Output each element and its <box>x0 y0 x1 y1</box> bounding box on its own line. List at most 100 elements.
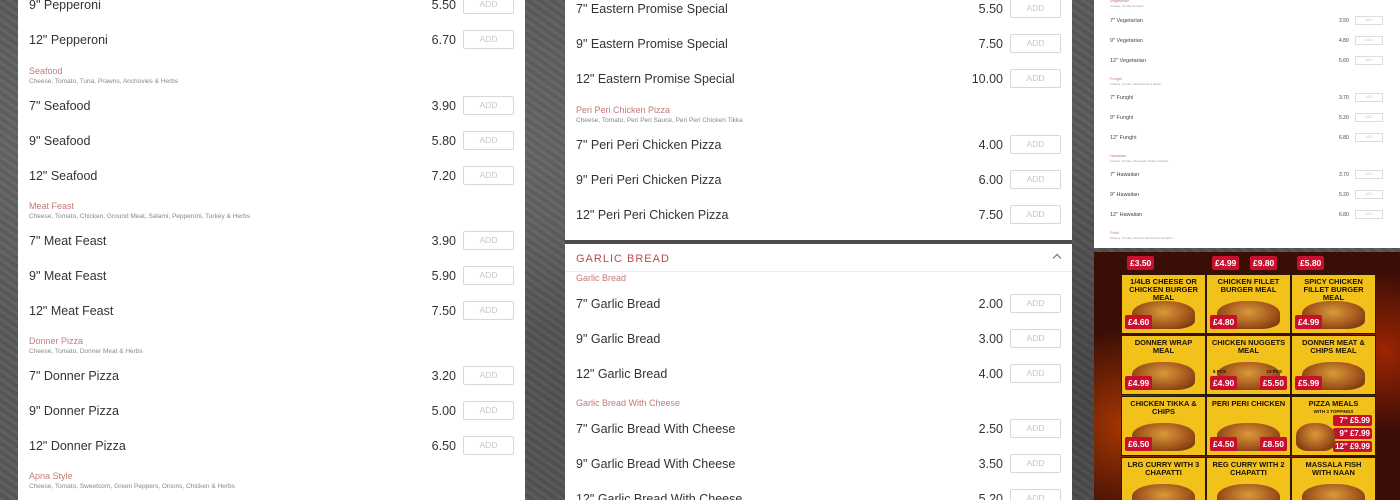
thumb-group-description: Cheese, Tomato & Herbs <box>1110 4 1144 8</box>
poster-price-tag: £4.99 <box>1295 315 1323 329</box>
item-name: 12" Garlic Bread <box>576 367 668 381</box>
item-name: 12" Peri Peri Chicken Pizza <box>576 208 729 222</box>
item-price: 3.50 <box>978 457 1003 471</box>
thumb-item-name: 9" Hawaiian <box>1110 192 1140 198</box>
thumb-group-description: Cheese, Tomato, Mushrooms & Herbs <box>1110 82 1161 86</box>
item-name: 12" Seafood <box>29 169 98 183</box>
item-name: 7" Meat Feast <box>29 234 107 248</box>
item-name: 7" Peri Peri Chicken Pizza <box>576 138 722 152</box>
thumb-group-description: Cheese, Tomato, Pineapple Turkey & Herbs <box>1110 159 1169 163</box>
item-price: 4.00 <box>978 367 1003 381</box>
poster-price-tag: 7" £5.99 <box>1333 415 1372 426</box>
poster-meal-tile: REG CURRY WITH 2 CHAPATTI <box>1206 457 1291 500</box>
add-button[interactable]: ADD <box>1010 205 1061 224</box>
add-button[interactable]: ADD <box>463 166 514 185</box>
add-button[interactable]: ADD <box>1010 419 1061 438</box>
thumb-item-price: 5.20 <box>1339 192 1349 198</box>
add-button[interactable]: ADD <box>1010 489 1061 500</box>
section-title: GARLIC BREAD <box>576 253 670 265</box>
item-name: 7" Donner Pizza <box>29 369 119 383</box>
add-button[interactable]: ADD <box>463 366 514 385</box>
group-title: Donner Pizza <box>29 336 84 346</box>
thumb-item-price: 3.50 <box>1339 18 1349 24</box>
poster-meal-name: DONNER MEAT & CHIPS MEAL <box>1302 338 1365 355</box>
thumb-add-button: ADD <box>1355 56 1383 65</box>
poster-price-tag: £3.50 <box>1127 256 1155 270</box>
add-button[interactable]: ADD <box>463 0 514 14</box>
thumb-add-button: ADD <box>1355 16 1383 25</box>
add-button[interactable]: ADD <box>1010 34 1061 53</box>
add-button[interactable]: ADD <box>463 401 514 420</box>
chevron-up-icon[interactable] <box>1052 253 1062 263</box>
item-price: 6.50 <box>431 439 456 453</box>
item-price: 5.00 <box>431 404 456 418</box>
thumb-item-name: 7" Vegetarian <box>1110 18 1143 24</box>
item-price: 5.50 <box>431 0 456 12</box>
add-button[interactable]: ADD <box>1010 135 1061 154</box>
item-name: 7" Garlic Bread <box>576 297 661 311</box>
add-button[interactable]: ADD <box>463 96 514 115</box>
item-price: 3.20 <box>431 369 456 383</box>
add-button[interactable]: ADD <box>1010 0 1061 18</box>
item-name: 9" Garlic Bread <box>576 332 661 346</box>
item-name: 12" Garlic Bread With Cheese <box>576 492 743 500</box>
poster-meal-tile: PIZZA MEALS WITH 3 TOPPINGS 7" £5.99 9" £7.… <box>1291 396 1376 456</box>
poster-price-list: 7" £5.99 9" £7.99 12" £9.99 <box>1333 415 1372 454</box>
garlic-bread-section-header[interactable]: GARLIC BREAD <box>565 244 1072 272</box>
add-button[interactable]: ADD <box>463 301 514 320</box>
add-button[interactable]: ADD <box>463 131 514 150</box>
poster-meal-subtitle: WITH 3 TOPPINGS <box>1313 409 1354 414</box>
add-button[interactable]: ADD <box>1010 170 1061 189</box>
add-button[interactable]: ADD <box>463 30 514 49</box>
poster-price-tag: £5.99 <box>1295 376 1323 390</box>
thumb-group-description: Cheese, Tomato, Chicken Mushrooms & Herb… <box>1110 236 1173 240</box>
poster-meal-tile: CHICKEN TIKKA & CHIPS £6.50 <box>1121 396 1206 456</box>
poster-meal-tile: LRG CURRY WITH 3 CHAPATTI <box>1121 457 1206 500</box>
item-name: 12" Eastern Promise Special <box>576 72 735 86</box>
poster-meal-tile: CHICKEN FILLET BURGER MEAL £4.80 <box>1206 274 1291 334</box>
poster-price-tag: £4.80 <box>1210 315 1238 329</box>
poster-price-tag: 12" £9.99 <box>1333 441 1372 452</box>
thumb-add-button: ADD <box>1355 36 1383 45</box>
thumb-item-name: 12" Funghi <box>1110 135 1137 141</box>
group-description: Cheese, Tomato, Tuna, Prawns, Anchovies … <box>29 78 179 85</box>
food-image <box>1296 423 1335 451</box>
poster-price-tag: £5.80 <box>1297 256 1325 270</box>
poster-meal-name: 1/4LB CHEESE OR CHICKEN BURGER MEAL <box>1129 277 1198 302</box>
poster-meal-tile: MASSALA FISH WITH NAAN <box>1291 457 1376 500</box>
group-description: Cheese, Tomato, Donner Meat & Herbs <box>29 348 143 355</box>
item-price: 6.70 <box>431 33 456 47</box>
item-price: 7.50 <box>431 304 456 318</box>
thumb-item-name: 7" Funghi <box>1110 95 1134 101</box>
add-button[interactable]: ADD <box>463 266 514 285</box>
thumb-add-button: ADD <box>1355 170 1383 179</box>
thumb-add-button: ADD <box>1355 133 1383 142</box>
poster-meal-name: MASSALA FISH WITH NAAN <box>1305 460 1362 477</box>
thumb-item-name: 9" Funghi <box>1110 115 1134 121</box>
poster-price-tag: £4.50 <box>1210 437 1238 451</box>
food-image <box>1132 484 1195 500</box>
poster-meal-name: SPICY CHICKEN FILLET BURGER MEAL <box>1303 277 1364 302</box>
add-button[interactable]: ADD <box>1010 294 1061 313</box>
item-name: 12" Donner Pizza <box>29 439 126 453</box>
add-button[interactable]: ADD <box>1010 364 1061 383</box>
add-button[interactable]: ADD <box>463 231 514 250</box>
item-price: 7.50 <box>978 208 1003 222</box>
item-price: 7.20 <box>431 169 456 183</box>
item-name: 9" Seafood <box>29 134 91 148</box>
add-button[interactable]: ADD <box>1010 329 1061 348</box>
menu-panel-pizzas: 9" Pepperoni 5.50 ADD 12" Pepperoni 6.70 ADD S… <box>18 0 525 500</box>
poster-meal-tile: PERI PERI CHICKEN £4.50 £8.50 <box>1206 396 1291 456</box>
poster-meal-name: CHICKEN NUGGETS MEAL <box>1211 338 1286 355</box>
thumb-item-name: 9" Vegetarian <box>1110 38 1143 44</box>
add-button[interactable]: ADD <box>1010 454 1061 473</box>
add-button[interactable]: ADD <box>1010 69 1061 88</box>
add-button[interactable]: ADD <box>463 436 514 455</box>
poster-price-tag: £4.99 <box>1212 256 1240 270</box>
poster-meal-tile: 1/4LB CHEESE OR CHICKEN BURGER MEAL £4.60 <box>1121 274 1206 334</box>
thumb-add-button: ADD <box>1355 93 1383 102</box>
item-price: 6.00 <box>978 173 1003 187</box>
poster-price-tag: £4.90 <box>1210 376 1238 390</box>
group-title: Seafood <box>29 66 63 76</box>
item-price: 5.80 <box>431 134 456 148</box>
